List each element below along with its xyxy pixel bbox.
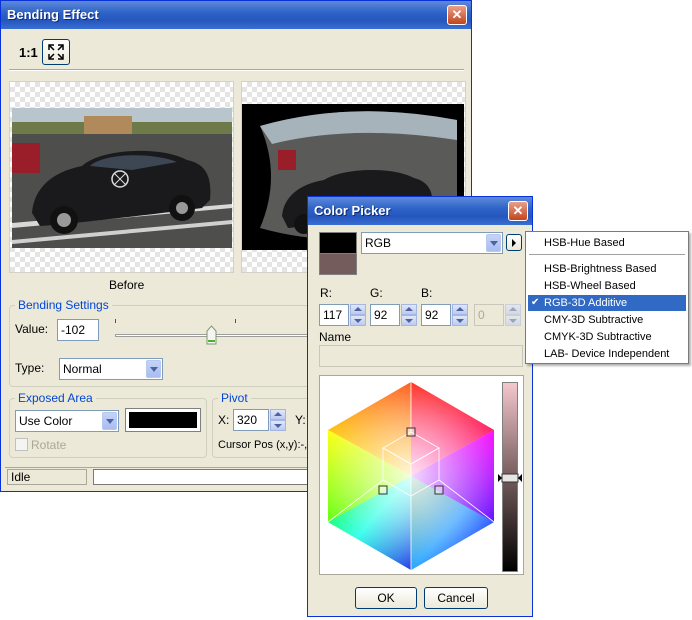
menu-item-cmyk-subtractive[interactable]: CMYK-3D Subtractive [528,329,686,345]
pivot-x-label: X: [218,413,230,427]
value-label: Value: [15,322,49,336]
color-picker-title: Color Picker [314,203,391,218]
menu-item-hsb-wheel[interactable]: HSB-Wheel Based [528,278,686,294]
bending-window-titlebar[interactable]: Bending Effect [1,1,471,29]
color-model-menu: HSB-Hue Based HSB-Brightness Based HSB-W… [525,231,689,364]
g-input[interactable]: 92 [370,304,400,326]
fit-to-window-button[interactable] [42,39,70,65]
status-text-pane: Idle [7,469,87,485]
mode-menu-button[interactable] [506,234,522,251]
ok-button[interactable]: OK [355,587,417,609]
color-mode-value: RGB [365,236,392,250]
chevron-down-icon[interactable] [102,412,117,430]
b-label: B: [421,286,433,300]
menu-item-rgb-additive[interactable]: ✔ RGB-3D Additive [528,295,686,311]
checkmark-icon: ✔ [531,297,540,308]
old-color-swatch[interactable] [319,253,357,275]
menu-item-hsb-hue[interactable]: HSB-Hue Based [528,235,686,251]
value-slider-tick [235,319,236,323]
color-space-panel[interactable] [319,375,524,575]
exposed-color-swatch[interactable] [125,408,201,432]
bending-settings-group [9,305,329,387]
pivot-x-input[interactable]: 320 [233,409,269,431]
expand-icon [48,44,64,60]
color-mode-select[interactable]: RGB [361,232,503,254]
close-icon: ✕ [512,203,524,218]
r-input[interactable]: 117 [319,304,349,326]
bending-window-title: Bending Effect [7,7,99,22]
close-icon: ✕ [451,7,463,22]
rotate-label: Rotate [31,438,67,452]
cancel-button[interactable]: Cancel [424,587,488,609]
menu-separator [529,254,685,255]
extra-stepper-disabled [505,304,521,326]
menu-item-cmy-subtractive[interactable]: CMY-3D Subtractive [528,312,686,328]
color-picker-close-button[interactable]: ✕ [508,201,528,221]
b-stepper[interactable] [452,304,468,326]
bending-settings-label: Bending Settings [15,298,112,312]
new-color-swatch[interactable] [319,232,357,254]
name-input[interactable] [319,345,523,367]
chevron-right-icon [512,239,516,247]
color-picker-window: Color Picker ✕ RGB R: G: B: 117 92 92 0 … [307,196,533,617]
name-label: Name [319,330,352,344]
color-picker-titlebar[interactable]: Color Picker [308,197,532,225]
exposed-area-select-value: Use Color [19,414,73,428]
pivot-y-label: Y: [295,413,306,427]
value-input[interactable]: -102 [57,319,99,341]
brightness-slider-thumb[interactable] [498,472,522,483]
toolbar-divider [9,69,464,71]
exposed-color-fill [129,412,197,428]
chevron-down-icon[interactable] [486,234,501,252]
type-select[interactable]: Normal [59,358,163,380]
menu-item-lab[interactable]: LAB- Device Independent [528,346,686,362]
before-preview-panel[interactable] [9,81,234,273]
menu-item-hsb-brightness[interactable]: HSB-Brightness Based [528,261,686,277]
bending-close-button[interactable]: ✕ [447,5,467,25]
rotate-checkbox[interactable] [15,438,28,451]
value-slider-thumb[interactable] [206,325,217,345]
extra-input-disabled: 0 [474,304,504,326]
type-select-value: Normal [63,362,102,376]
g-label: G: [370,286,383,300]
type-label: Type: [15,361,45,375]
exposed-area-select[interactable]: Use Color [15,410,119,432]
r-stepper[interactable] [350,304,366,326]
rgb-color-cube[interactable] [324,378,499,574]
before-label: Before [109,278,145,292]
zoom-1to1-button[interactable]: 1:1 [19,45,38,60]
before-image [12,108,232,248]
r-label: R: [320,286,332,300]
g-stepper[interactable] [401,304,417,326]
pivot-label: Pivot [218,391,251,405]
pivot-x-stepper[interactable] [270,409,286,431]
b-input[interactable]: 92 [421,304,451,326]
cursor-pos-text: Cursor Pos (x,y):-,- [218,439,311,451]
status-text: Idle [11,470,31,484]
chevron-down-icon[interactable] [146,360,161,378]
value-slider-tick [115,319,116,323]
exposed-area-label: Exposed Area [15,391,96,405]
